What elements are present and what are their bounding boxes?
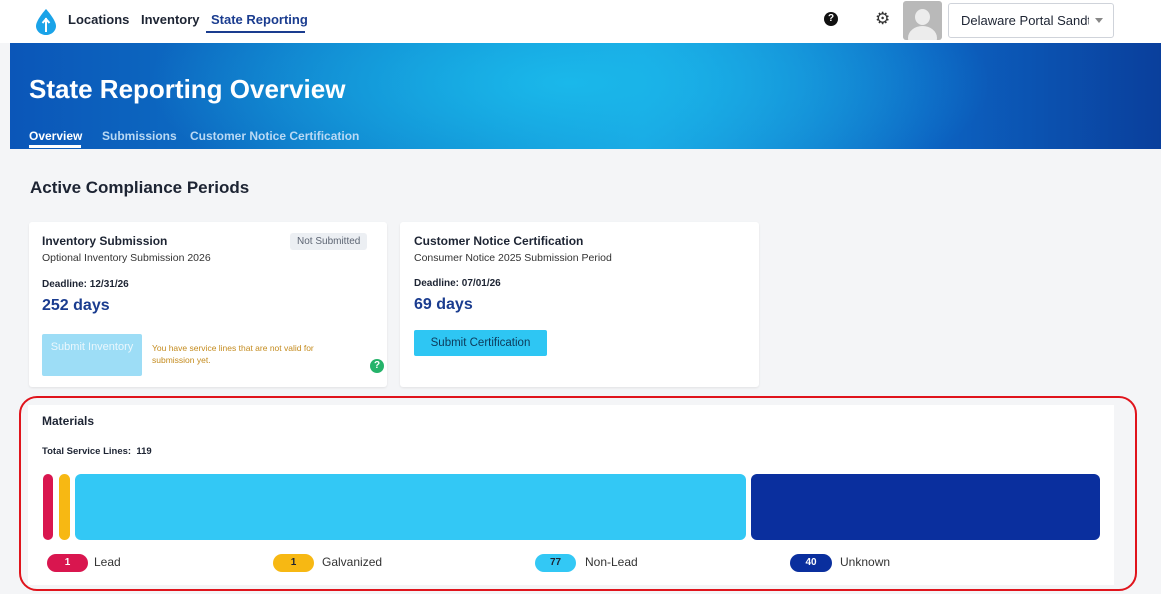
- submit-inventory-button[interactable]: Submit Inventory: [42, 334, 142, 376]
- chevron-down-icon: [1095, 18, 1103, 23]
- status-badge: Not Submitted: [290, 233, 368, 250]
- section-title: Active Compliance Periods: [30, 178, 250, 197]
- total-service-lines: Total Service Lines: 119: [42, 446, 152, 457]
- legend-count-galvanized: 1: [273, 554, 314, 572]
- page-title: State Reporting Overview: [29, 74, 346, 104]
- help-icon[interactable]: ?: [824, 12, 838, 26]
- nav-locations[interactable]: Locations: [68, 12, 129, 27]
- card-deadline: Deadline: 12/31/26: [42, 279, 129, 290]
- help-icon[interactable]: ?: [370, 359, 384, 373]
- materials-title: Materials: [42, 414, 95, 428]
- top-nav: Locations Inventory State Reporting ? ⚙ …: [0, 0, 1161, 43]
- bar-segment-galvanized[interactable]: [59, 474, 70, 540]
- days-remaining: 252 days: [42, 297, 110, 314]
- nav-active-indicator: [206, 31, 305, 33]
- card-title: Inventory Submission: [42, 234, 168, 248]
- total-service-lines-label: Total Service Lines:: [42, 446, 132, 457]
- bar-segment-non-lead[interactable]: [75, 474, 746, 540]
- card-subtitle: Consumer Notice 2025 Submission Period: [414, 252, 612, 264]
- validation-warning: You have service lines that are not vali…: [152, 343, 314, 365]
- legend-count-non-lead: 77: [535, 554, 576, 572]
- days-remaining: 69 days: [414, 296, 473, 313]
- legend-label-lead: Lead: [94, 555, 121, 569]
- tab-active-indicator: [29, 145, 81, 148]
- inventory-submission-card: Inventory Submission Not Submitted Optio…: [29, 222, 387, 387]
- legend-count-lead: 1: [47, 554, 88, 572]
- card-deadline: Deadline: 07/01/26: [414, 278, 501, 289]
- tab-submissions[interactable]: Submissions: [102, 129, 177, 143]
- nav-inventory[interactable]: Inventory: [141, 12, 200, 27]
- total-service-lines-value: 119: [136, 446, 152, 457]
- card-title: Customer Notice Certification: [414, 234, 584, 248]
- page-banner: State Reporting Overview Overview Submis…: [10, 43, 1161, 149]
- legend-count-unknown: 40: [790, 554, 832, 572]
- bar-segment-unknown[interactable]: [751, 474, 1100, 540]
- avatar-head-shape: [915, 9, 930, 25]
- legend-label-non-lead: Non-Lead: [585, 555, 638, 569]
- org-select[interactable]: Delaware Portal Sandt: [948, 3, 1114, 38]
- materials-panel: Materials Total Service Lines: 119 1 Lea…: [28, 405, 1114, 585]
- bar-segment-lead[interactable]: [43, 474, 53, 540]
- avatar[interactable]: [903, 1, 942, 40]
- tab-customer-notice-certification[interactable]: Customer Notice Certification: [190, 129, 359, 143]
- tab-overview[interactable]: Overview: [29, 129, 82, 143]
- legend-label-galvanized: Galvanized: [322, 555, 383, 569]
- submit-certification-button[interactable]: Submit Certification: [414, 330, 547, 356]
- gear-icon[interactable]: ⚙: [875, 9, 890, 29]
- avatar-body-shape: [908, 26, 937, 40]
- org-select-value: Delaware Portal Sandt: [961, 13, 1089, 28]
- legend-label-unknown: Unknown: [840, 555, 891, 569]
- water-drop-logo-icon[interactable]: [36, 9, 56, 35]
- nav-state-reporting[interactable]: State Reporting: [211, 12, 308, 27]
- customer-notice-certification-card: Customer Notice Certification Consumer N…: [400, 222, 759, 387]
- card-subtitle: Optional Inventory Submission 2026: [42, 252, 211, 264]
